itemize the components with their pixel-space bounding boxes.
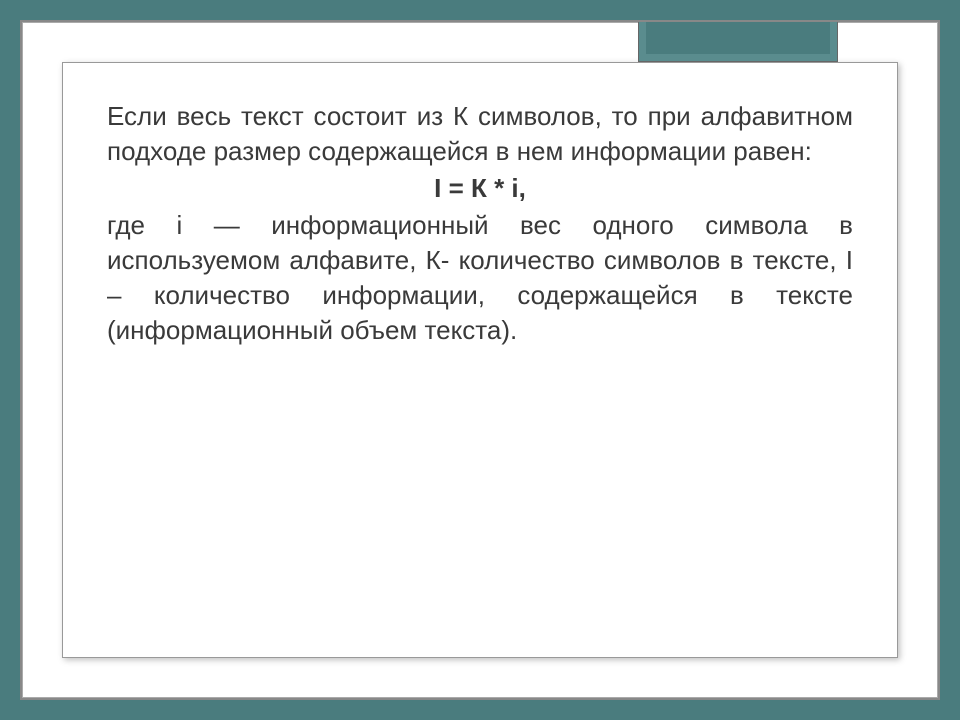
slide-tab-inner: [646, 22, 830, 54]
slide-paragraph-explanation: где i — информационный вес одного символ…: [107, 208, 853, 348]
slide-content-frame: Если весь текст состоит из К символов, т…: [62, 62, 898, 658]
slide-paragraph-intro: Если весь текст состоит из К символов, т…: [107, 99, 853, 169]
slide-formula: I = К * i,: [107, 173, 853, 204]
slide-outer-frame: Если весь текст состоит из К символов, т…: [20, 20, 940, 700]
